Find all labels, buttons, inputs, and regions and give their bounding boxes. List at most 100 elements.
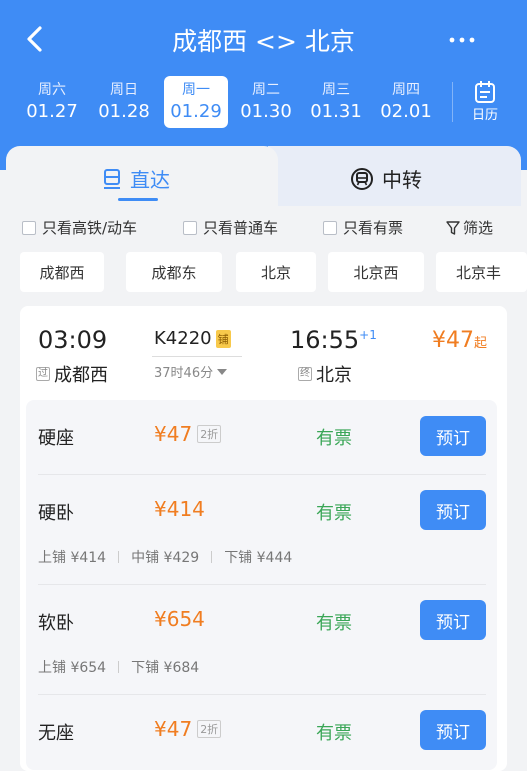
date-weekday: 周日 [110,82,138,98]
date-item[interactable]: 周日 01.28 [92,76,156,128]
tab-direct[interactable]: 直达 [6,146,278,206]
date-weekday: 周六 [38,82,66,98]
checkbox-label: 只看普通车 [203,219,279,237]
results-sheet: 中转 直达 只看高铁/动车 只看普通车 只看有票 筛选 成都西 成都东 北京 北… [0,146,527,771]
caret-down-icon [217,368,228,375]
arrival-station-name: 北京 [316,365,352,386]
checkbox-label: 只看有票 [343,219,404,237]
more-dots-icon[interactable] [447,36,477,44]
book-button[interactable]: 预订 [420,416,486,456]
funnel-icon [446,220,460,235]
checkbox-box[interactable] [323,220,337,235]
seat-type: 无座 [38,723,74,744]
seat-price-value: ¥47 [154,422,193,446]
seat-row: 软卧 ¥654 有票 预订 上铺 ¥654 下铺 ¥684 [26,585,497,695]
date-weekday: 周一 [182,82,210,98]
arrival-station: 终 北京 [298,361,352,387]
discount-badge: 2折 [197,425,222,443]
date-item[interactable]: 周二 01.30 [234,76,298,128]
date-item-selected[interactable]: 周一 01.29 [164,76,228,128]
berth-price: 上铺 ¥414 [38,550,107,566]
station-chip-row: 成都西 成都东 北京 北京西 北京丰 [0,252,527,292]
checkbox-box[interactable] [22,220,36,235]
book-button[interactable]: 预订 [420,490,486,530]
seat-row: 硬座 ¥47 2折 有票 预订 [26,400,497,474]
station-chip[interactable]: 北京丰 [436,252,527,292]
checkbox-available[interactable]: 只看有票 [323,217,403,238]
book-button[interactable]: 预订 [420,600,486,640]
departure-station: 过 成都西 [36,361,108,387]
seat-status: 有票 [316,613,352,634]
date-weekday: 周三 [322,82,350,98]
seat-price: ¥47 2折 [154,717,222,741]
lowest-price-value: ¥47 [431,328,474,353]
price-suffix: 起 [473,336,487,351]
seat-status: 有票 [316,428,352,449]
seat-list: 硬座 ¥47 2折 有票 预订 硬卧 ¥414 有票 预订 上铺 ¥414 中铺… [26,400,497,770]
seat-status: 有票 [316,723,352,744]
transfer-icon [351,167,373,190]
calendar-icon [475,81,495,103]
calendar-button[interactable]: 日历 [465,76,505,128]
seat-type: 硬卧 [38,503,74,524]
checkbox-box[interactable] [183,220,197,235]
seat-price-value: ¥654 [154,607,205,631]
tab-bar: 中转 直达 [0,146,527,206]
checkbox-high-speed[interactable]: 只看高铁/动车 [22,217,137,238]
station-chip[interactable]: 成都西 [20,252,104,292]
berth-price: 下铺 ¥444 [224,550,293,566]
duration-line [152,356,242,357]
seat-price: ¥414 [154,497,205,521]
tab-direct-label-wrap: 直达 [102,164,170,193]
pass-tag: 过 [36,367,50,381]
date-value: 01.29 [170,101,222,122]
train-number[interactable]: K4220 铺 [154,328,231,349]
date-selector: 周六 01.27 周日 01.28 周一 01.29 周二 01.30 周三 0… [0,76,527,132]
date-weekday: 周二 [252,82,280,98]
date-weekday: 周四 [392,82,420,98]
terminal-tag: 终 [298,367,312,381]
checkbox-label: 只看高铁/动车 [42,219,138,237]
seat-row: 硬卧 ¥414 有票 预订 上铺 ¥414 中铺 ¥429 下铺 ¥444 [26,475,497,585]
divider [118,551,120,563]
divider [118,661,120,673]
filter-label: 筛选 [463,219,494,237]
date-item[interactable]: 周六 01.27 [20,76,84,128]
departure-time: 03:09 [38,326,108,354]
tab-transfer[interactable]: 中转 [268,146,521,206]
train-card[interactable]: 03:09 过 成都西 K4220 铺 37时46分 16:55+1 终 北京 … [20,306,507,771]
lowest-price: ¥47起 [432,328,487,353]
duration[interactable]: 37时46分 [154,362,228,381]
station-chip[interactable]: 北京西 [328,252,424,292]
station-chip[interactable]: 北京 [236,252,316,292]
date-value: 01.30 [240,101,292,122]
divider [452,82,453,122]
header-bar: 成都西 <> 北京 周六 01.27 周日 01.28 周一 01.29 周二 … [0,0,527,170]
tab-transfer-label: 中转 [382,168,422,192]
date-value: 01.28 [98,101,150,122]
filter-row: 只看高铁/动车 只看普通车 只看有票 筛选 [0,212,527,242]
book-button[interactable]: 预订 [420,710,486,750]
seat-type: 软卧 [38,613,74,634]
tab-active-indicator [118,198,158,201]
tab-direct-label: 直达 [130,168,170,192]
calendar-label: 日历 [471,108,498,123]
train-number-text: K4220 [154,328,212,349]
seat-price: ¥47 2折 [154,422,222,446]
nav-row: 成都西 <> 北京 [0,0,527,80]
station-chip[interactable]: 成都东 [126,252,222,292]
berth-price: 中铺 ¥429 [131,550,200,566]
day-offset: +1 [359,328,377,342]
date-item[interactable]: 周四 02.01 [374,76,438,128]
filter-button[interactable]: 筛选 [446,217,493,238]
seat-status: 有票 [316,503,352,524]
tab-transfer-label-wrap: 中转 [350,164,422,193]
date-value: 01.31 [310,101,362,122]
checkbox-normal[interactable]: 只看普通车 [183,217,278,238]
departure-station-name: 成都西 [54,365,108,386]
divider [211,551,213,563]
berth-badge: 铺 [215,329,231,348]
arrival-time: 16:55+1 [290,326,377,354]
berth-prices: 上铺 ¥414 中铺 ¥429 下铺 ¥444 [38,547,292,567]
date-item[interactable]: 周三 01.31 [304,76,368,128]
